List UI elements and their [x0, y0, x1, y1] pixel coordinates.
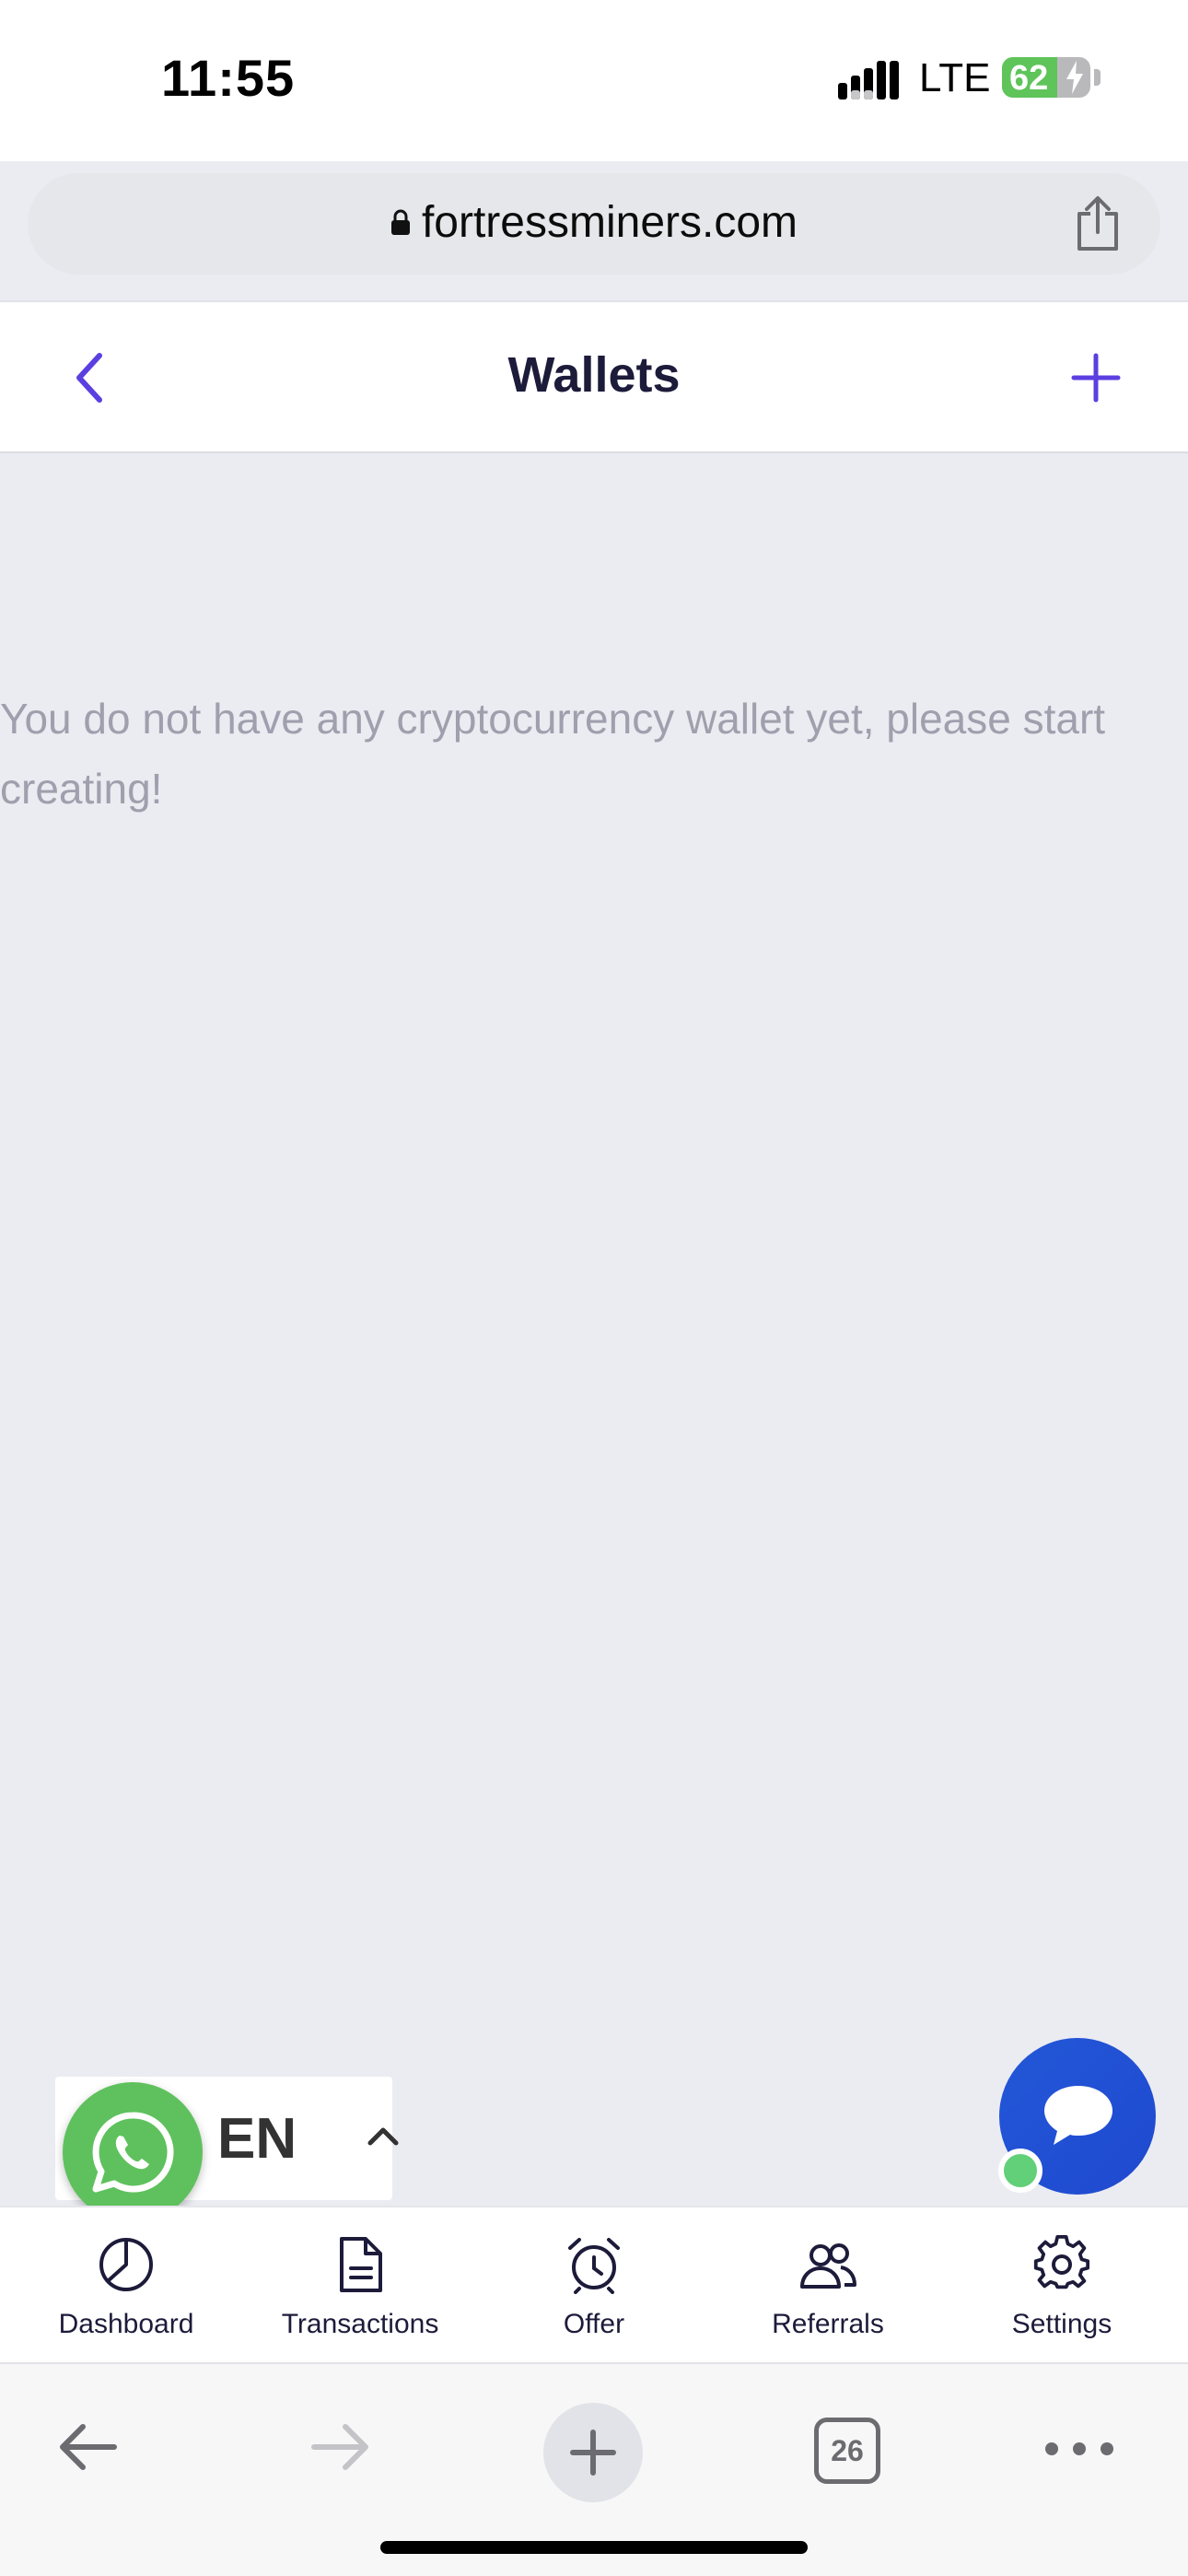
tab-count-button[interactable]: 26 — [814, 2418, 880, 2484]
nav-label: Dashboard — [58, 2309, 194, 2339]
page-title: Wallets — [507, 347, 681, 403]
online-status-dot — [998, 2149, 1042, 2193]
nav-label: Referrals — [772, 2309, 884, 2339]
battery-nub — [1094, 69, 1101, 86]
cellular-signal-icon — [838, 61, 899, 100]
users-icon — [800, 2243, 856, 2289]
app-header: Wallets — [0, 302, 1188, 453]
gear-icon — [1033, 2235, 1090, 2289]
bottom-nav: Dashboard Transactions Offer Referrals S… — [0, 2206, 1188, 2362]
plus-icon[interactable] — [1068, 350, 1124, 405]
language-code: EN — [217, 2107, 297, 2171]
lock-icon — [390, 209, 410, 235]
status-bar: 11:55 LTE 62 — [0, 0, 1188, 161]
home-indicator — [380, 2541, 808, 2554]
chat-bubble-icon — [1044, 2086, 1112, 2145]
nav-label: Settings — [1011, 2309, 1112, 2339]
url-display[interactable]: fortressminers.com — [28, 197, 1160, 248]
chevron-up-icon — [367, 2127, 399, 2146]
alarm-clock-icon — [568, 2238, 620, 2294]
share-icon[interactable] — [1074, 195, 1122, 252]
new-tab-button[interactable] — [543, 2403, 643, 2502]
more-icon[interactable] — [1042, 2436, 1116, 2462]
status-time: 11:55 — [161, 49, 296, 107]
nav-label: Offer — [563, 2309, 625, 2339]
nav-item-dashboard[interactable]: Dashboard — [7, 2207, 245, 2364]
arrow-left-icon[interactable] — [55, 2419, 120, 2475]
pie-chart-icon — [99, 2238, 153, 2291]
plus-icon — [570, 2430, 616, 2476]
whatsapp-icon — [92, 2112, 174, 2193]
nav-item-offer[interactable]: Offer — [475, 2207, 713, 2364]
battery-indicator: 62 — [1002, 57, 1090, 98]
nav-item-transactions[interactable]: Transactions — [241, 2207, 479, 2364]
document-icon — [340, 2237, 382, 2292]
url-text: fortressminers.com — [421, 198, 798, 247]
nav-item-settings[interactable]: Settings — [943, 2207, 1181, 2364]
nav-label: Transactions — [281, 2309, 439, 2339]
empty-state-message: You do not have any cryptocurrency walle… — [0, 695, 1106, 813]
page: 11:55 LTE 62 fortressminers.com Wallets … — [0, 0, 1188, 2576]
battery-percent: 62 — [1009, 59, 1049, 98]
whatsapp-button[interactable] — [63, 2082, 203, 2222]
arrow-right-icon[interactable] — [309, 2419, 373, 2475]
nav-item-referrals[interactable]: Referrals — [709, 2207, 947, 2364]
charging-bolt-icon — [1066, 61, 1083, 94]
network-type: LTE — [919, 55, 991, 100]
address-bar[interactable]: fortressminers.com — [28, 173, 1160, 275]
